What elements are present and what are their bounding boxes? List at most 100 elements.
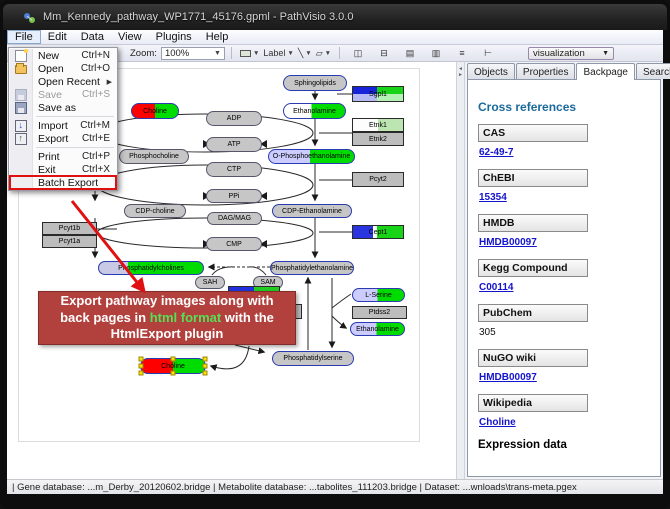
pathway-node-ethanolamine[interactable]: Ethanolamine [283, 103, 346, 119]
file-menu-item-batch-export[interactable]: Batch Export [10, 176, 116, 189]
file-menu-item-new[interactable]: NewCtrl+N [10, 49, 116, 62]
line-tool-button[interactable]: ╲▼ [296, 46, 314, 60]
pathway-node-label: Pcyt1b [59, 225, 80, 232]
pathway-node-cmp[interactable]: CMP [206, 237, 262, 251]
cross-reference-link[interactable]: C00114 [479, 282, 513, 293]
menu-item-shortcut: Ctrl+N [81, 50, 116, 61]
file-menu-item-import[interactable]: ImportCtrl+M [10, 119, 116, 132]
datanode-tool-button[interactable]: ▼ [238, 46, 261, 60]
callout-highlight-text: html format [150, 310, 222, 325]
selection-handle[interactable] [171, 357, 176, 362]
selection-handle[interactable] [139, 357, 144, 362]
distribute-horizontal-button[interactable]: ≡ [454, 46, 470, 60]
pathway-node-l-serine[interactable]: L-Serine [352, 288, 405, 302]
pathway-node-label: CMP [226, 241, 242, 248]
file-menu-item-save-as[interactable]: Save as [10, 101, 116, 114]
tab-search[interactable]: Search [636, 63, 670, 79]
menu-bar: FileEditDataViewPluginsHelp [7, 30, 663, 45]
chevron-down-icon[interactable]: ▼ [325, 50, 331, 57]
pathway-node-cdp-ethanolamine[interactable]: CDP-Ethanolamine [272, 204, 352, 218]
pathway-node-ppi[interactable]: PPi [206, 189, 262, 203]
save-as-icon [15, 102, 27, 114]
pathway-node-pcyt2[interactable]: Pcyt2 [352, 172, 404, 187]
cross-reference-link[interactable]: HMDB00097 [479, 237, 537, 248]
file-menu-item-export[interactable]: ExportCtrl+E [10, 132, 116, 145]
menu-view[interactable]: View [111, 30, 149, 44]
zoom-combobox[interactable]: 100% ▼ [161, 47, 225, 60]
backpage-section-header: ChEBI [478, 169, 588, 187]
pathway-node-adp[interactable]: ADP [206, 111, 262, 126]
cross-reference-link[interactable]: Choline [479, 417, 516, 428]
menu-help[interactable]: Help [199, 30, 236, 44]
file-menu-item-open-recent[interactable]: Open Recent▶ [10, 75, 116, 88]
chevron-down-icon[interactable]: ▼ [287, 50, 293, 57]
pathway-node-label: Etnk1 [369, 122, 387, 129]
pathway-node-ctp[interactable]: CTP [206, 162, 262, 177]
pathway-node-sgpl1[interactable]: Sgpl1 [352, 86, 404, 102]
menu-edit[interactable]: Edit [41, 30, 74, 44]
pathway-node-o-phosphoethanolamine[interactable]: O-Phosphoethanolamine [268, 149, 355, 164]
menu-file[interactable]: File [7, 30, 41, 44]
collapse-right-icon[interactable]: ► [458, 72, 463, 78]
selection-handle[interactable] [203, 357, 208, 362]
chevron-down-icon[interactable]: ▼ [305, 50, 311, 57]
selection-handle[interactable] [139, 371, 144, 376]
title-bar[interactable]: Mm_Kennedy_pathway_WP1771_45176.gpml - P… [3, 4, 667, 30]
selection-handle[interactable] [139, 364, 144, 369]
stack-vertical-button[interactable]: ▤ [402, 46, 418, 60]
tab-objects[interactable]: Objects [467, 63, 515, 79]
file-menu-item-save[interactable]: SaveCtrl+S [10, 88, 116, 101]
side-panel: ObjectsPropertiesBackpageSearchLegend Cr… [465, 62, 663, 479]
pathway-node-ptdss2[interactable]: Ptdss2 [352, 306, 407, 319]
chevron-down-icon[interactable]: ▼ [602, 50, 609, 57]
label-tool-button[interactable]: Label▼ [261, 46, 295, 60]
pathway-node-dag-mag[interactable]: DAG/MAG [207, 212, 262, 225]
visualization-value: visualization [533, 48, 585, 59]
file-menu-item-open[interactable]: OpenCtrl+O [10, 62, 116, 75]
menu-item-shortcut: Ctrl+O [81, 63, 116, 74]
pathway-node-phosphatidylcholines[interactable]: Phosphatidylcholines [98, 261, 204, 275]
cross-reference-link[interactable]: 15354 [479, 192, 507, 203]
selection-handle[interactable] [171, 371, 176, 376]
pathway-node-etnk2[interactable]: Etnk2 [352, 132, 404, 146]
file-menu-item-print[interactable]: PrintCtrl+P [10, 150, 116, 163]
menu-item-shortcut: Ctrl+S [82, 89, 116, 100]
chevron-down-icon[interactable]: ▼ [208, 50, 221, 57]
pathway-node-cept1[interactable]: Cept1 [352, 225, 404, 239]
tab-properties[interactable]: Properties [516, 63, 576, 79]
align-center-horizontal-button[interactable]: ◫ [350, 46, 366, 60]
pathway-node-phosphocholine[interactable]: Phosphocholine [119, 149, 189, 164]
selection-handle[interactable] [203, 371, 208, 376]
stack-horizontal-button[interactable]: ▥ [428, 46, 444, 60]
pathway-node-atp[interactable]: ATP [206, 137, 262, 152]
file-menu-item-exit[interactable]: ExitCtrl+X [10, 163, 116, 176]
pathway-node-cdp-choline[interactable]: CDP-choline [124, 204, 186, 218]
pathway-node-label: CDP-choline [135, 208, 174, 215]
align-left-button[interactable]: ⊢ [480, 46, 496, 60]
pathway-node-phosphatidylserine[interactable]: Phosphatidylserine [272, 351, 354, 366]
cross-reference-link[interactable]: HMDB00097 [479, 372, 537, 383]
submenu-arrow-icon: ▶ [107, 78, 116, 86]
visualization-combobox[interactable]: visualization ▼ [528, 47, 614, 60]
shape-tool-button[interactable]: ▱▼ [314, 46, 333, 60]
pathway-node-etnk1[interactable]: Etnk1 [352, 118, 404, 132]
chevron-down-icon[interactable]: ▼ [253, 50, 259, 57]
pathway-node-pcyt1a[interactable]: Pcyt1a [42, 235, 97, 248]
tab-backpage[interactable]: Backpage [576, 63, 634, 80]
align-center-vertical-button[interactable]: ⊟ [376, 46, 392, 60]
pathway-node-phosphatidylethanolamine[interactable]: Phosphatidylethanolamine [270, 261, 354, 275]
cross-reference-link[interactable]: 62-49-7 [479, 147, 513, 158]
menu-item-shortcut: Ctrl+P [82, 151, 116, 162]
pathway-node-sphingolipids[interactable]: Sphingolipids [283, 75, 347, 91]
pathway-node-ethanolamine[interactable]: Ethanolamine [350, 322, 405, 336]
panel-divider[interactable]: ◄ ► [456, 62, 465, 479]
menu-data[interactable]: Data [74, 30, 111, 44]
pathvisio-window: { "window": { "title": "Mm_Kennedy_pathw… [0, 0, 670, 509]
pathway-node-choline[interactable]: Choline [131, 103, 179, 119]
pathway-node-sah[interactable]: SAH [195, 276, 225, 289]
menu-plugins[interactable]: Plugins [149, 30, 199, 44]
pathway-node-choline[interactable]: Choline [140, 358, 206, 374]
selection-handle[interactable] [203, 364, 208, 369]
menu-item-label: Batch Export [38, 177, 98, 189]
pathway-node-pcyt1b[interactable]: Pcyt1b [42, 222, 97, 235]
